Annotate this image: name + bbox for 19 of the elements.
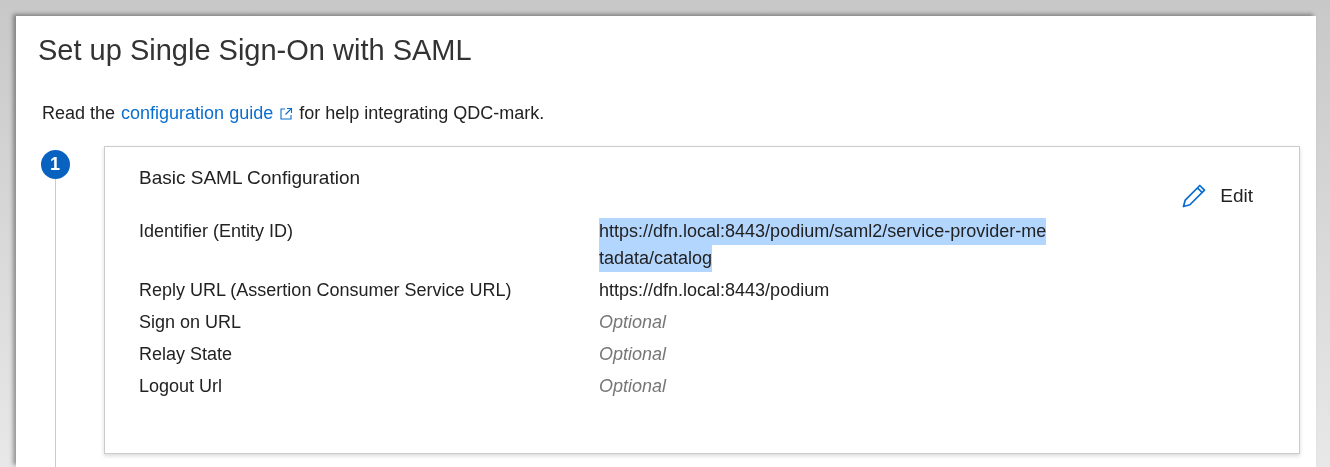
- step-number-badge: 1: [40, 150, 70, 179]
- edit-button[interactable]: Edit: [1180, 182, 1265, 210]
- field-value: https://dfn.local:8443/podium/saml2/service-provider-me: [599, 218, 1047, 245]
- field-value: https://dfn.local:8443/podium: [599, 279, 830, 302]
- field-label: Sign on URL: [139, 311, 243, 334]
- field-label: Relay State: [139, 343, 234, 366]
- configuration-guide-link[interactable]: configuration guide: [121, 103, 274, 124]
- intro-text: for help integrating QDC-mark.: [299, 103, 545, 124]
- field-label: Identifier (Entity ID): [139, 220, 295, 243]
- field-label: Logout Url: [139, 375, 224, 398]
- placeholder-text: Optional: [599, 343, 667, 366]
- field-value: tadata/catalog: [599, 245, 713, 272]
- section-title: Basic SAML Configuration: [139, 167, 361, 189]
- external-link-icon: [279, 106, 294, 121]
- field-label: Reply URL (Assertion Consumer Service URL): [139, 279, 513, 302]
- placeholder-text: Optional: [599, 375, 667, 398]
- placeholder-text: Optional: [599, 311, 667, 334]
- page-title: Set up Single Sign-On with SAML: [38, 34, 473, 67]
- intro-text: Read the: [42, 103, 116, 124]
